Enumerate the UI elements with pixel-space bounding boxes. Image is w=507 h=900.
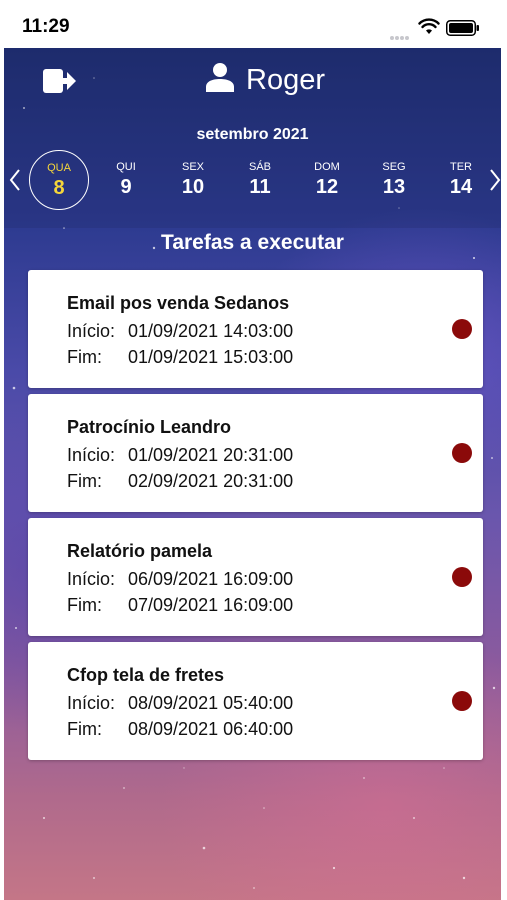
day-number: 8 <box>53 177 65 199</box>
day-of-week: QUA <box>47 162 71 174</box>
task-start-value: 01/09/2021 20:31:00 <box>128 445 294 465</box>
task-start: Início: 06/09/2021 16:09:00 <box>67 569 293 590</box>
task-title: Email pos venda Sedanos <box>67 293 290 313</box>
status-dot-icon <box>452 691 472 711</box>
day-of-week: SÁB <box>248 161 271 173</box>
day-number: 12 <box>315 176 339 198</box>
app-screen: Roger setembro 2021 QUA 8 QUI 9 SEX 10 S… <box>4 48 501 900</box>
start-label: Início: <box>67 569 116 589</box>
day-number: 13 <box>382 176 406 198</box>
task-end-value: 08/09/2021 06:40:00 <box>128 719 294 739</box>
calendar-day[interactable]: DOM 12 <box>297 148 357 212</box>
day-number: 9 <box>120 176 132 198</box>
calendar-day[interactable]: SEG 13 <box>364 148 424 212</box>
user-icon <box>206 63 234 92</box>
task-start-value: 06/09/2021 16:09:00 <box>128 569 294 589</box>
start-label: Início: <box>67 321 116 341</box>
task-end: Fim: 02/09/2021 20:31:00 <box>67 471 293 492</box>
status-dot-icon <box>452 319 472 339</box>
day-of-week: TER <box>450 161 472 173</box>
task-card[interactable]: Patrocínio Leandro Início: 01/09/2021 20… <box>28 394 483 512</box>
task-title: Cfop tela de fretes <box>67 665 225 685</box>
status-dot-icon <box>452 567 472 587</box>
section-title: Tarefas a executar <box>161 231 344 254</box>
calendar-day[interactable]: SÁB 11 <box>230 148 290 212</box>
end-label: Fim: <box>67 471 102 491</box>
task-card[interactable]: Relatório pamela Início: 06/09/2021 16:0… <box>28 518 483 636</box>
user-name: Roger <box>246 64 325 96</box>
start-label: Início: <box>67 693 116 713</box>
status-dot-icon <box>452 443 472 463</box>
day-of-week: SEX <box>181 161 204 173</box>
task-end-value: 07/09/2021 16:09:00 <box>128 595 294 615</box>
task-start: Início: 08/09/2021 05:40:00 <box>67 693 293 714</box>
task-start: Início: 01/09/2021 14:03:00 <box>67 321 293 342</box>
calendar-day-selected[interactable]: QUA 8 <box>29 150 89 210</box>
status-bar: 11:29 <box>0 0 507 50</box>
task-title: Relatório pamela <box>67 541 213 561</box>
task-end-value: 01/09/2021 15:03:00 <box>128 347 294 367</box>
task-start: Início: 01/09/2021 20:31:00 <box>67 445 293 466</box>
task-end: Fim: 07/09/2021 16:09:00 <box>67 595 293 616</box>
month-label: setembro 2021 <box>196 126 309 143</box>
day-number: 14 <box>449 176 473 198</box>
task-card[interactable]: Email pos venda Sedanos Início: 01/09/20… <box>28 270 483 388</box>
task-start-value: 01/09/2021 14:03:00 <box>128 321 294 341</box>
cellular-signal-icon <box>390 27 416 40</box>
status-time: 11:29 <box>22 16 70 37</box>
task-list: Email pos venda Sedanos Início: 01/09/20… <box>28 270 483 766</box>
task-start-value: 08/09/2021 05:40:00 <box>128 693 294 713</box>
logout-icon[interactable] <box>42 66 78 96</box>
end-label: Fim: <box>67 595 102 615</box>
calendar-day[interactable]: TER 14 <box>431 148 491 212</box>
end-label: Fim: <box>67 347 102 367</box>
start-label: Início: <box>67 445 116 465</box>
day-of-week: DOM <box>314 161 340 173</box>
battery-icon <box>446 20 479 36</box>
day-number: 11 <box>249 176 271 198</box>
calendar-day[interactable]: QUI 9 <box>96 148 156 212</box>
day-of-week: SEG <box>382 161 406 173</box>
day-of-week: QUI <box>116 161 136 173</box>
task-card[interactable]: Cfop tela de fretes Início: 08/09/2021 0… <box>28 642 483 760</box>
task-end-value: 02/09/2021 20:31:00 <box>128 471 294 491</box>
calendar-day[interactable]: SEX 10 <box>163 148 223 212</box>
chevron-left-icon[interactable] <box>8 168 22 192</box>
end-label: Fim: <box>67 719 102 739</box>
task-end: Fim: 01/09/2021 15:03:00 <box>67 347 293 368</box>
wifi-icon <box>418 18 440 34</box>
task-title: Patrocínio Leandro <box>67 417 232 437</box>
task-end: Fim: 08/09/2021 06:40:00 <box>67 719 293 740</box>
day-number: 10 <box>181 176 205 198</box>
